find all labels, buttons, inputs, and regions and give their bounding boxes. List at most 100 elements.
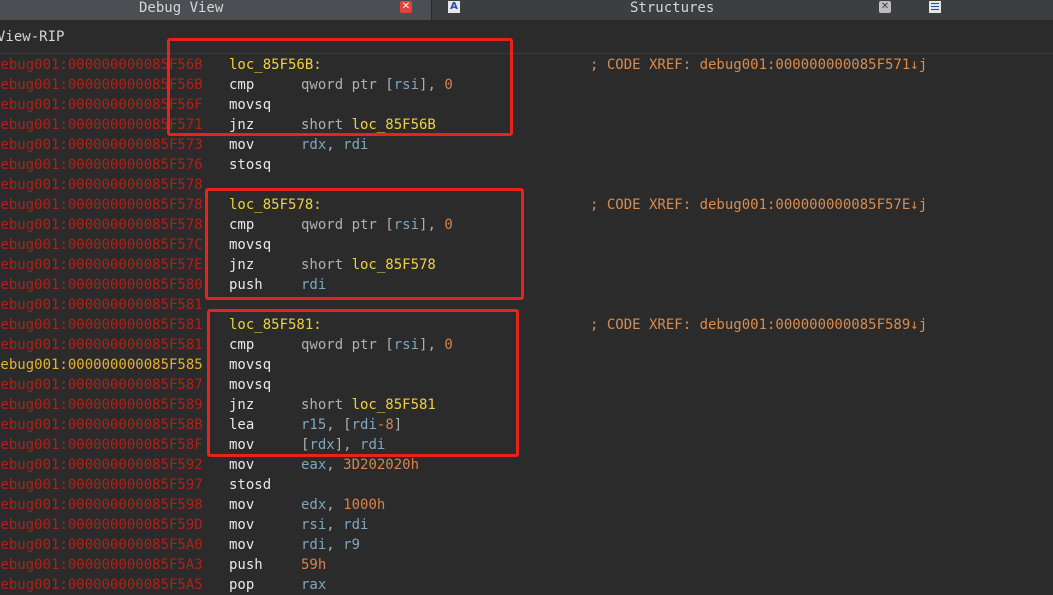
listing-line[interactable]: debug001:000000000085F56B loc_85F56B:; CO…: [0, 55, 1053, 75]
address[interactable]: debug001:000000000085F581: [0, 315, 203, 335]
highlight-box-3: [207, 309, 519, 457]
address[interactable]: debug001:000000000085F57E: [0, 255, 203, 275]
register[interactable]: rdi: [343, 137, 368, 153]
register[interactable]: eax: [301, 457, 326, 473]
address[interactable]: debug001:000000000085F589: [0, 395, 203, 415]
address[interactable]: debug001:000000000085F573: [0, 135, 203, 155]
listing-line[interactable]: debug001:000000000085F56B cmp qword ptr [r…: [0, 75, 1053, 95]
operands[interactable]: 59h: [301, 555, 326, 575]
operand-text: ,: [326, 537, 344, 553]
operand-text: ,: [326, 517, 344, 533]
address[interactable]: debug001:000000000085F598: [0, 495, 203, 515]
listing-line[interactable]: debug001:000000000085F57C movsq: [0, 235, 1053, 255]
immediate: 3D202020h: [343, 457, 420, 473]
address[interactable]: debug001:000000000085F59D: [0, 515, 203, 535]
listing-line[interactable]: debug001:000000000085F5A0 mov rdi, r9: [0, 535, 1053, 555]
ida-view-a-icon: A: [448, 1, 460, 13]
listing-line[interactable]: debug001:000000000085F571 jnz short loc_85…: [0, 115, 1053, 135]
mnemonic[interactable]: mov: [229, 515, 254, 535]
address[interactable]: debug001:000000000085F581: [0, 295, 203, 315]
listing-line[interactable]: debug001:000000000085F573 mov rdx, rdi: [0, 135, 1053, 155]
mnemonic[interactable]: mov: [229, 495, 254, 515]
register[interactable]: rsi: [301, 517, 326, 533]
operands[interactable]: edx, 1000h: [301, 495, 385, 515]
xref-comment[interactable]: ; CODE XREF: debug001:000000000085F589↓j: [590, 315, 927, 335]
mnemonic[interactable]: push: [229, 555, 263, 575]
operands[interactable]: rax: [301, 575, 326, 595]
register[interactable]: rdi: [301, 537, 326, 553]
listing-line[interactable]: debug001:000000000085F587 movsq: [0, 375, 1053, 395]
listing-line[interactable]: debug001:000000000085F581: [0, 295, 1053, 315]
immediate: 59h: [301, 557, 327, 573]
address[interactable]: debug001:000000000085F597: [0, 475, 203, 495]
address[interactable]: debug001:000000000085F578: [0, 195, 203, 215]
listing-line[interactable]: debug001:000000000085F578: [0, 175, 1053, 195]
operand-text: ,: [326, 497, 344, 513]
register[interactable]: r9: [343, 537, 360, 553]
register[interactable]: rdi: [343, 517, 368, 533]
view-header: View-RIP: [0, 20, 1053, 54]
listing-line[interactable]: debug001:000000000085F5A5 pop rax: [0, 575, 1053, 595]
register[interactable]: rdx: [301, 137, 326, 153]
mnemonic[interactable]: pop: [229, 575, 254, 595]
structures-icon: [929, 1, 941, 13]
mnemonic[interactable]: stosq: [229, 155, 271, 175]
listing-line[interactable]: debug001:000000000085F56F movsq: [0, 95, 1053, 115]
highlight-box-2: [205, 188, 524, 300]
tab-structures[interactable]: A Structures ✕: [432, 0, 1053, 20]
current-address[interactable]: debug001:000000000085F585: [0, 355, 203, 375]
listing-line[interactable]: debug001:000000000085F59D mov rsi, rdi: [0, 515, 1053, 535]
listing-line[interactable]: debug001:000000000085F578 cmp qword ptr [r…: [0, 215, 1053, 235]
register[interactable]: edx: [301, 497, 326, 513]
listing-line[interactable]: debug001:000000000085F598 mov edx, 1000h: [0, 495, 1053, 515]
xref-comment[interactable]: ; CODE XREF: debug001:000000000085F57E↓j: [590, 195, 927, 215]
address[interactable]: debug001:000000000085F58B: [0, 415, 203, 435]
immediate: 1000h: [343, 497, 386, 513]
listing-line[interactable]: debug001:000000000085F592 mov eax, 3D20202…: [0, 455, 1053, 475]
listing-line[interactable]: debug001:000000000085F58F mov [rdx], rdi: [0, 435, 1053, 455]
operands[interactable]: eax, 3D202020h: [301, 455, 419, 475]
address[interactable]: debug001:000000000085F5A3: [0, 555, 203, 575]
listing-line[interactable]: debug001:000000000085F597 stosd: [0, 475, 1053, 495]
address[interactable]: debug001:000000000085F592: [0, 455, 203, 475]
address[interactable]: debug001:000000000085F578: [0, 215, 203, 235]
mnemonic[interactable]: mov: [229, 455, 254, 475]
register[interactable]: rax: [301, 577, 326, 593]
close-icon[interactable]: ✕: [879, 1, 891, 13]
listing-line[interactable]: debug001:000000000085F576 stosq: [0, 155, 1053, 175]
xref-comment[interactable]: ; CODE XREF: debug001:000000000085F571↓j: [590, 55, 927, 75]
close-icon[interactable]: ✕: [400, 1, 412, 13]
mnemonic[interactable]: stosd: [229, 475, 271, 495]
operands[interactable]: rsi, rdi: [301, 515, 368, 535]
address[interactable]: debug001:000000000085F58F: [0, 435, 203, 455]
listing-line[interactable]: debug001:000000000085F5A3 push 59h: [0, 555, 1053, 575]
listing-line[interactable]: debug001:000000000085F581 cmp qword ptr [r…: [0, 335, 1053, 355]
address[interactable]: debug001:000000000085F57C: [0, 235, 203, 255]
listing-line[interactable]: debug001:000000000085F580 push rdi: [0, 275, 1053, 295]
highlight-box-1: [167, 38, 513, 136]
address[interactable]: debug001:000000000085F578: [0, 175, 203, 195]
view-title: View-RIP: [0, 29, 65, 45]
address[interactable]: debug001:000000000085F580: [0, 275, 203, 295]
address[interactable]: debug001:000000000085F5A5: [0, 575, 203, 595]
address[interactable]: debug001:000000000085F587: [0, 375, 203, 395]
mnemonic[interactable]: mov: [229, 535, 254, 555]
listing-line[interactable]: debug001:000000000085F58B lea r15, [rdi-8]: [0, 415, 1053, 435]
listing-line[interactable]: debug001:000000000085F581 loc_85F581:; CO…: [0, 315, 1053, 335]
address[interactable]: debug001:000000000085F576: [0, 155, 203, 175]
tab-bar: Debug View ✕ A Structures ✕: [0, 0, 1053, 20]
operand-text: ,: [326, 457, 344, 473]
listing-line[interactable]: debug001:000000000085F585 movsq: [0, 355, 1053, 375]
address[interactable]: debug001:000000000085F581: [0, 335, 203, 355]
listing-line[interactable]: debug001:000000000085F578 loc_85F578:; CO…: [0, 195, 1053, 215]
address[interactable]: debug001:000000000085F5A0: [0, 535, 203, 555]
mnemonic[interactable]: mov: [229, 135, 254, 155]
tab-structures-label: Structures: [630, 0, 715, 16]
tab-debug-view[interactable]: Debug View ✕: [0, 0, 432, 20]
listing-line[interactable]: debug001:000000000085F589 jnz short loc_85…: [0, 395, 1053, 415]
operands[interactable]: rdx, rdi: [301, 135, 368, 155]
operands[interactable]: rdi, r9: [301, 535, 360, 555]
operand-text: ,: [326, 137, 344, 153]
listing-line[interactable]: debug001:000000000085F57E jnz short loc_85…: [0, 255, 1053, 275]
tab-debug-view-label: Debug View: [139, 0, 224, 16]
